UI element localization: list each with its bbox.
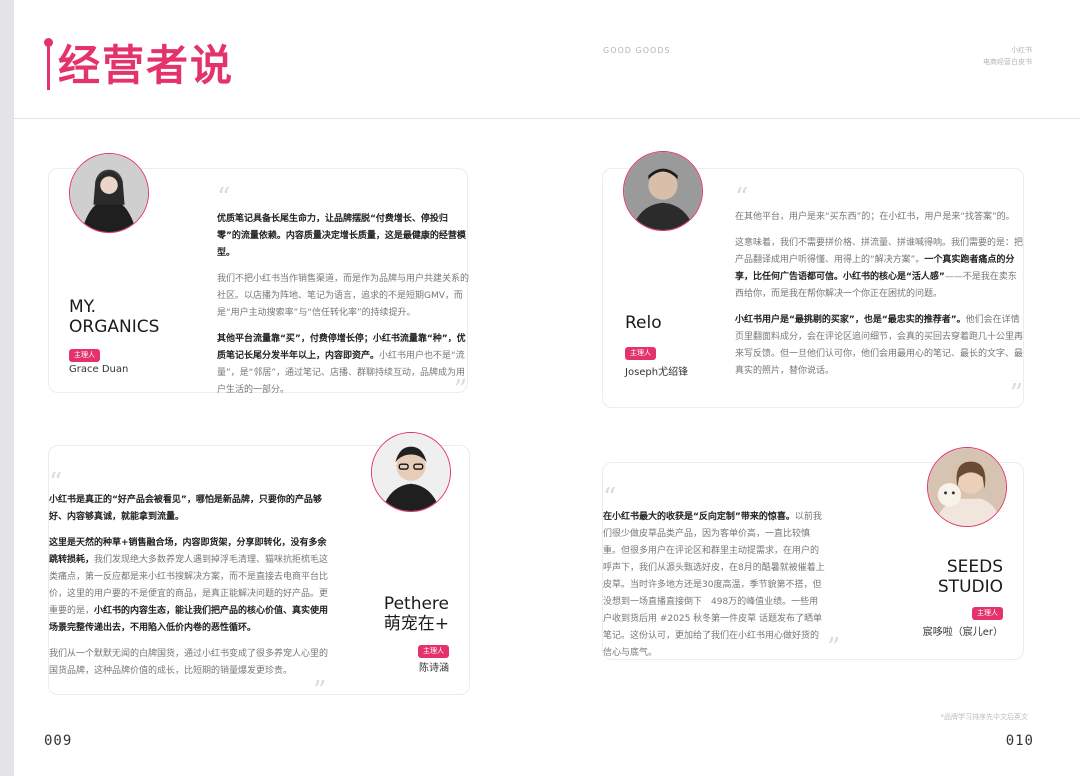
- open-quote-icon: “: [735, 183, 749, 213]
- quote-body: 优质笔记具备长尾生命力，让品牌摆脱“付费增长、停投归零”的流量依赖。内容质量决定…: [217, 211, 469, 408]
- close-quote-icon: ”: [827, 633, 841, 663]
- report-label: 小红书 电商经营白皮书: [983, 44, 1032, 68]
- footnote: *品牌学习排序先中文后英文: [940, 713, 1029, 721]
- avatar: [927, 447, 1007, 527]
- header-divider: [14, 118, 1080, 119]
- avatar: [623, 151, 703, 231]
- paragraph: 在其他平台，用户是来“买东西”的；在小红书，用户是来“找答案”的。: [735, 212, 1015, 222]
- paragraph: 这意味着，我们不需要拼价格、拼流量、拼谁喊得响。我们需要的是：把产品翻译成用户听…: [735, 238, 1024, 299]
- paragraph: 我们不把小红书当作销售渠道，而是作为品牌与用户共建关系的社区。以店播为阵地、笔记…: [217, 274, 470, 318]
- quote-body: 小红书是真正的“好产品会被看见”，哪怕是新品牌，只要你的产品够好、内容够真诚，就…: [49, 492, 333, 689]
- quote-card-relo: “ 在其他平台，用户是来“买东西”的；在小红书，用户是来“找答案”的。 这意味着…: [602, 151, 1025, 409]
- quote-body: 在其他平台，用户是来“买东西”的；在小红书，用户是来“找答案”的。 这意味着，我…: [735, 209, 1025, 389]
- quote-card-my-organics: “ 优质笔记具备长尾生命力，让品牌摆脱“付费增长、停投归零”的流量依赖。内容质量…: [48, 153, 469, 403]
- quote-card-pethere: “ 小红书是真正的“好产品会被看见”，哪怕是新品牌，只要你的产品够好、内容够真诚…: [48, 432, 470, 704]
- person-name: 宸哆啦（宸儿er）: [922, 627, 1003, 638]
- page-title: 经营者说: [58, 41, 235, 90]
- open-quote-icon: “: [603, 483, 617, 513]
- avatar: [371, 432, 451, 512]
- paragraph: 我们从一个默默无闻的白牌国货，通过小红书变成了很多养宠人心里的国货品牌，这种品牌…: [49, 649, 329, 676]
- brand-watermark: GOOD GOODS: [603, 46, 671, 55]
- brand-name: Pethere 萌宠在+: [383, 594, 449, 634]
- page-number-left: 009: [44, 733, 73, 749]
- role-tag: 主理人: [972, 607, 1003, 620]
- close-quote-icon: ”: [453, 375, 467, 405]
- paragraph: 这里是天然的种草+销售融合场，内容即货架，分享即转化，没有多余跳转损耗，我们发现…: [49, 538, 329, 633]
- role-tag: 主理人: [625, 347, 656, 360]
- person-name: Joseph尤绍锋: [625, 367, 689, 378]
- brand-name: SEEDS STUDIO: [937, 557, 1003, 597]
- page-title-block: 经营者说: [44, 38, 284, 98]
- quote-body: 在小红书最大的收获是“反向定制”带来的惊喜。以前我们很少做皮草品类产品，因为客单…: [603, 509, 825, 671]
- open-quote-icon: “: [217, 183, 231, 213]
- brand-name: MY. ORGANICS: [69, 297, 160, 337]
- quote-card-seeds-studio: “ 在小红书最大的收获是“反向定制”带来的惊喜。以前我们很少做皮草品类产品，因为…: [602, 447, 1024, 663]
- person-name: Grace Duan: [69, 364, 129, 375]
- page-number-right: 010: [1005, 733, 1034, 749]
- paragraph: 其他平台流量靠“买”，付费停增长停；小红书流量靠“种”，优质笔记长尾分发半年以上…: [217, 334, 466, 395]
- paragraph: 优质笔记具备长尾生命力，让品牌摆脱“付费增长、停投归零”的流量依赖。内容质量决定…: [217, 214, 466, 258]
- close-quote-icon: ”: [1009, 379, 1023, 409]
- brand-name: Relo: [625, 313, 662, 333]
- paragraph: 小红书用户是“最挑剔的买家”，也是“最忠实的推荐者”。他们会在详情页里翻面料成分…: [735, 315, 1024, 376]
- report-label-line1: 小红书: [1011, 46, 1032, 54]
- person-name: 陈诗涵: [419, 663, 449, 674]
- role-tag: 主理人: [418, 645, 449, 658]
- title-bar: [47, 46, 50, 90]
- page-spine: [0, 0, 14, 776]
- paragraph: 小红书是真正的“好产品会被看见”，哪怕是新品牌，只要你的产品够好、内容够真诚，就…: [49, 495, 322, 522]
- report-label-line2: 电商经营白皮书: [983, 58, 1032, 66]
- close-quote-icon: ”: [313, 676, 327, 706]
- paragraph: 在小红书最大的收获是“反向定制”带来的惊喜。以前我们很少做皮草品类产品，因为客单…: [603, 512, 825, 658]
- role-tag: 主理人: [69, 349, 100, 362]
- avatar: [69, 153, 149, 233]
